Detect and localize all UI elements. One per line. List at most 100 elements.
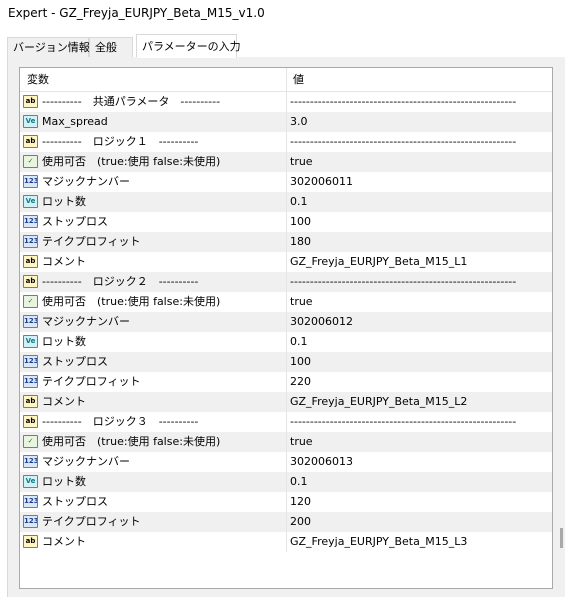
boolean-type-icon: ✓ bbox=[23, 155, 38, 168]
window-title: Expert - GZ_Freyja_EURJPY_Beta_M15_v1.0 bbox=[8, 6, 265, 20]
parameter-name: ---------- ロジック３ ---------- bbox=[42, 415, 199, 428]
integer-type-icon: 123 bbox=[23, 235, 38, 248]
double-type-icon: Ve bbox=[23, 335, 38, 348]
parameter-value[interactable]: true bbox=[290, 292, 313, 312]
parameter-value[interactable]: 200 bbox=[290, 512, 311, 532]
parameter-value[interactable]: ----------------------------------------… bbox=[290, 92, 516, 112]
table-row[interactable]: 123 テイクプロフィット 180 bbox=[20, 232, 552, 252]
table-row[interactable]: ✓ 使用可否 (true:使用 false:未使用) true bbox=[20, 432, 552, 452]
tab-strip: バージョン情報 全般 パラメーターの入力 bbox=[7, 34, 565, 58]
parameter-name: ---------- 共通パラメータ ---------- bbox=[42, 95, 221, 108]
table-row[interactable]: ab コメント GZ_Freyja_EURJPY_Beta_M15_L3 bbox=[20, 532, 552, 552]
parameter-name: ---------- ロジック１ ---------- bbox=[42, 135, 199, 148]
parameter-name: ロット数 bbox=[42, 335, 86, 348]
table-row[interactable]: ✓ 使用可否 (true:使用 false:未使用) true bbox=[20, 152, 552, 172]
parameter-value[interactable]: 302006011 bbox=[290, 172, 353, 192]
cell-divider bbox=[286, 232, 287, 252]
cell-divider bbox=[286, 312, 287, 332]
parameter-name: コメント bbox=[42, 535, 86, 548]
parameter-value[interactable]: ----------------------------------------… bbox=[290, 272, 516, 292]
parameter-value[interactable]: 302006012 bbox=[290, 312, 353, 332]
boolean-type-icon: ✓ bbox=[23, 295, 38, 308]
cell-divider bbox=[286, 172, 287, 192]
parameter-value[interactable]: 100 bbox=[290, 352, 311, 372]
table-row[interactable]: 123 テイクプロフィット 200 bbox=[20, 512, 552, 532]
string-type-icon: ab bbox=[23, 95, 38, 108]
cell-divider bbox=[286, 112, 287, 132]
cell-divider bbox=[286, 412, 287, 432]
table-row[interactable]: 123 マジックナンバー 302006013 bbox=[20, 452, 552, 472]
cell-divider bbox=[286, 392, 287, 412]
column-divider[interactable] bbox=[286, 68, 287, 91]
parameter-value[interactable]: 100 bbox=[290, 212, 311, 232]
column-header-variable[interactable]: 変数 bbox=[27, 68, 49, 91]
integer-type-icon: 123 bbox=[23, 495, 38, 508]
parameter-value[interactable]: GZ_Freyja_EURJPY_Beta_M15_L3 bbox=[290, 532, 467, 552]
integer-type-icon: 123 bbox=[23, 315, 38, 328]
table-row[interactable]: 123 ストップロス 100 bbox=[20, 212, 552, 232]
parameter-name: コメント bbox=[42, 255, 86, 268]
table-row[interactable]: Ve Max_spread 3.0 bbox=[20, 112, 552, 132]
table-row[interactable]: ab ---------- ロジック２ ---------- -----------… bbox=[20, 272, 552, 292]
parameter-value[interactable]: GZ_Freyja_EURJPY_Beta_M15_L1 bbox=[290, 252, 467, 272]
string-type-icon: ab bbox=[23, 535, 38, 548]
parameter-value[interactable]: 0.1 bbox=[290, 332, 308, 352]
title-bar: Expert - GZ_Freyja_EURJPY_Beta_M15_v1.0 bbox=[0, 0, 565, 28]
table-row[interactable]: ab ---------- 共通パラメータ ---------- ---------… bbox=[20, 92, 552, 112]
table-row[interactable]: 123 ストップロス 120 bbox=[20, 492, 552, 512]
integer-type-icon: 123 bbox=[23, 455, 38, 468]
tab-input-parameters[interactable]: パラメーターの入力 bbox=[136, 34, 241, 58]
parameter-name: マジックナンバー bbox=[42, 175, 130, 188]
double-type-icon: Ve bbox=[23, 475, 38, 488]
window-resize-edge[interactable] bbox=[560, 528, 563, 548]
string-type-icon: ab bbox=[23, 275, 38, 288]
tab-version-info[interactable]: バージョン情報 bbox=[7, 37, 90, 57]
parameter-value[interactable]: ----------------------------------------… bbox=[290, 132, 516, 152]
cell-divider bbox=[286, 292, 287, 312]
cell-divider bbox=[286, 212, 287, 232]
parameter-value[interactable]: 0.1 bbox=[290, 472, 308, 492]
tab-general[interactable]: 全般 bbox=[89, 37, 133, 57]
table-row[interactable]: ✓ 使用可否 (true:使用 false:未使用) true bbox=[20, 292, 552, 312]
parameter-value[interactable]: 302006013 bbox=[290, 452, 353, 472]
parameter-value[interactable]: 0.1 bbox=[290, 192, 308, 212]
table-row[interactable]: Ve ロット数 0.1 bbox=[20, 332, 552, 352]
table-row[interactable]: ab コメント GZ_Freyja_EURJPY_Beta_M15_L2 bbox=[20, 392, 552, 412]
parameter-name: Max_spread bbox=[42, 115, 108, 128]
parameter-name: マジックナンバー bbox=[42, 315, 130, 328]
parameter-name: ---------- ロジック２ ---------- bbox=[42, 275, 199, 288]
parameter-value[interactable]: GZ_Freyja_EURJPY_Beta_M15_L2 bbox=[290, 392, 467, 412]
double-type-icon: Ve bbox=[23, 115, 38, 128]
parameter-value[interactable]: ----------------------------------------… bbox=[290, 412, 516, 432]
parameter-name: テイクプロフィット bbox=[42, 375, 141, 388]
parameter-value[interactable]: 180 bbox=[290, 232, 311, 252]
parameter-name: テイクプロフィット bbox=[42, 515, 141, 528]
table-row[interactable]: Ve ロット数 0.1 bbox=[20, 192, 552, 212]
table-row[interactable]: ab ---------- ロジック３ ---------- -----------… bbox=[20, 412, 552, 432]
string-type-icon: ab bbox=[23, 415, 38, 428]
integer-type-icon: 123 bbox=[23, 175, 38, 188]
parameter-value[interactable]: 120 bbox=[290, 492, 311, 512]
table-row[interactable]: ab ---------- ロジック１ ---------- -----------… bbox=[20, 132, 552, 152]
parameter-name: マジックナンバー bbox=[42, 455, 130, 468]
table-row[interactable]: 123 マジックナンバー 302006011 bbox=[20, 172, 552, 192]
cell-divider bbox=[286, 372, 287, 392]
parameter-value[interactable]: 3.0 bbox=[290, 112, 308, 132]
parameter-value[interactable]: 220 bbox=[290, 372, 311, 392]
table-row[interactable]: 123 ストップロス 100 bbox=[20, 352, 552, 372]
table-row[interactable]: 123 テイクプロフィット 220 bbox=[20, 372, 552, 392]
parameters-table: 変数 値 ab ---------- 共通パラメータ ---------- ----… bbox=[19, 67, 553, 589]
parameter-value[interactable]: true bbox=[290, 152, 313, 172]
table-row[interactable]: Ve ロット数 0.1 bbox=[20, 472, 552, 492]
cell-divider bbox=[286, 472, 287, 492]
column-header-value[interactable]: 値 bbox=[293, 68, 304, 91]
cell-divider bbox=[286, 252, 287, 272]
parameter-name: 使用可否 (true:使用 false:未使用) bbox=[42, 155, 221, 168]
table-row[interactable]: 123 マジックナンバー 302006012 bbox=[20, 312, 552, 332]
cell-divider bbox=[286, 492, 287, 512]
double-type-icon: Ve bbox=[23, 195, 38, 208]
table-row[interactable]: ab コメント GZ_Freyja_EURJPY_Beta_M15_L1 bbox=[20, 252, 552, 272]
string-type-icon: ab bbox=[23, 255, 38, 268]
parameter-value[interactable]: true bbox=[290, 432, 313, 452]
parameter-name: テイクプロフィット bbox=[42, 235, 141, 248]
